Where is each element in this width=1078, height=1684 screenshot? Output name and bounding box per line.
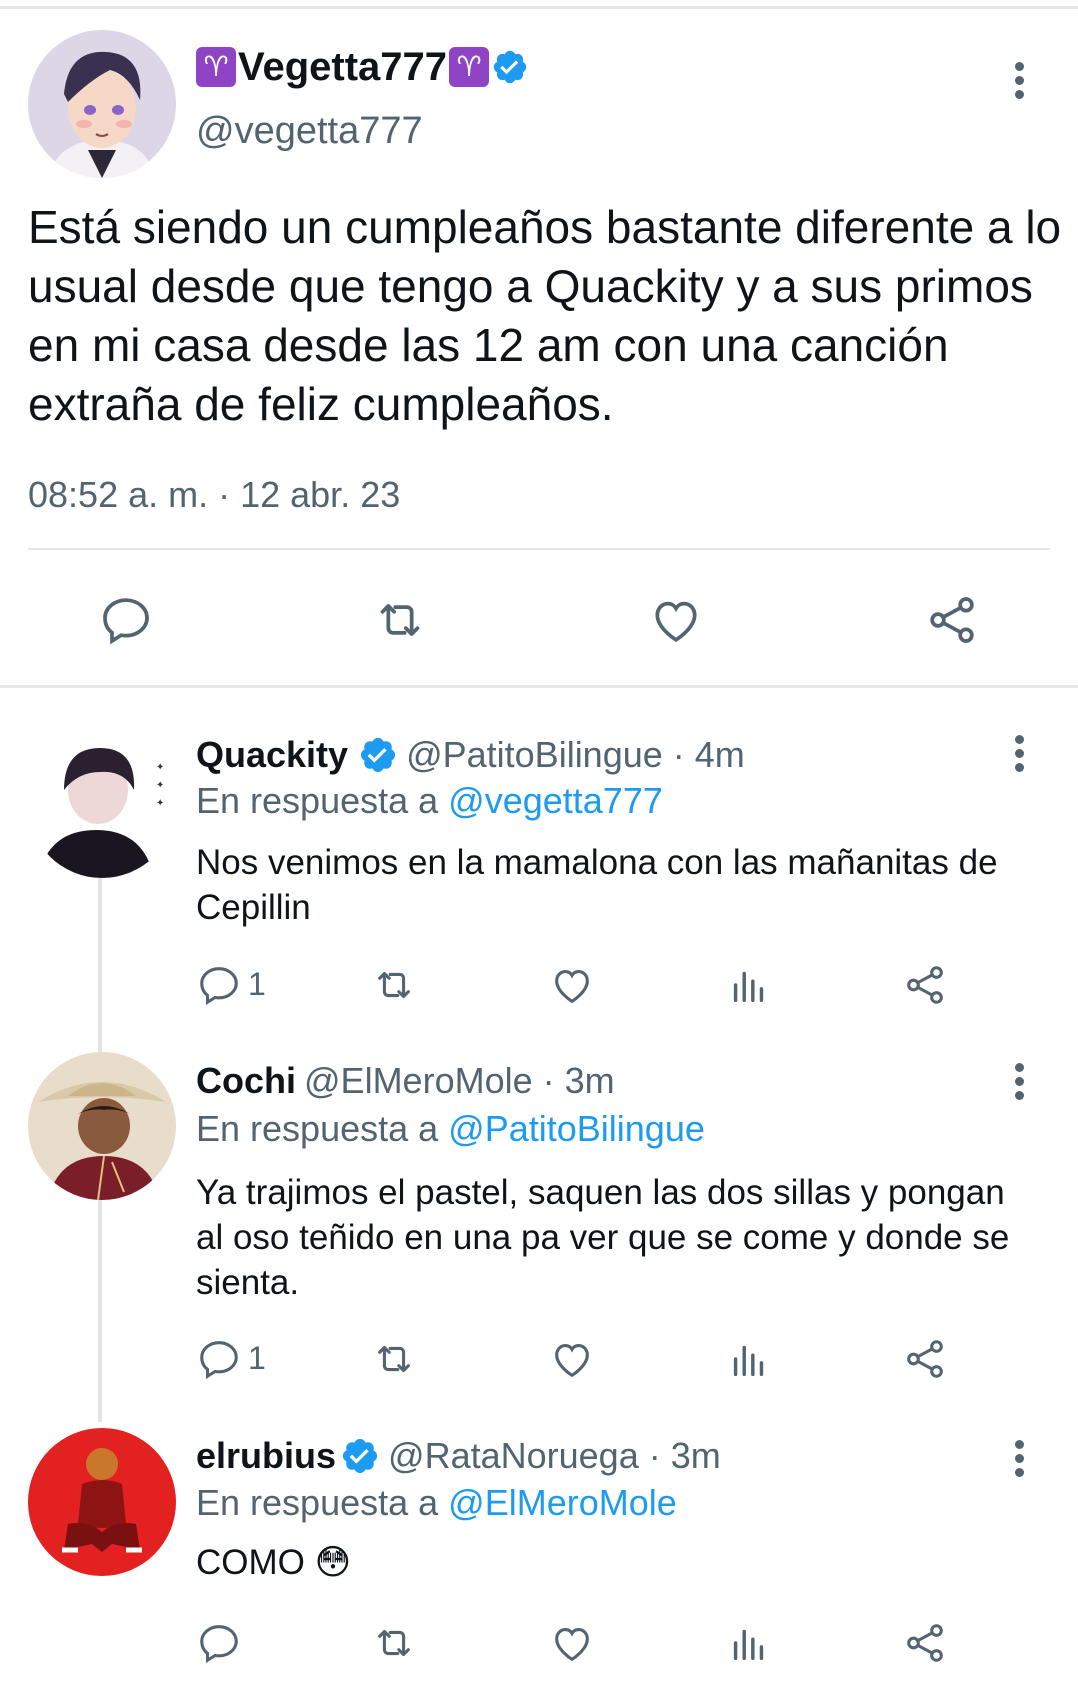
- author-name-text: Vegetta777: [238, 45, 448, 89]
- reply-to-link[interactable]: @PatitoBilingue: [448, 1108, 705, 1149]
- reply-to-prefix: En respuesta a: [196, 1482, 449, 1523]
- reply-text: Nos venimos en la mamalona con las mañan…: [196, 843, 998, 927]
- avatar-quackity[interactable]: ✦ ✦ ✦: [28, 730, 176, 878]
- reply-handle-time[interactable]: @RataNoruega · 3m: [388, 1435, 721, 1477]
- section-divider: [0, 685, 1078, 688]
- verified-badge-icon: [342, 1438, 378, 1474]
- thread-line: [98, 1200, 102, 1422]
- views-icon[interactable]: [726, 1336, 772, 1382]
- views-icon[interactable]: [726, 962, 772, 1008]
- reply-to-line: En respuesta a @PatitoBilingue: [196, 1108, 705, 1150]
- reply-icon[interactable]: [98, 592, 154, 648]
- reply-text: Ya trajimos el pastel, saquen las dos si…: [196, 1173, 1010, 1302]
- retweet-icon[interactable]: [370, 962, 418, 1008]
- share-icon[interactable]: [902, 962, 948, 1008]
- reply-icon[interactable]: [196, 962, 242, 1008]
- author-handle[interactable]: @vegetta777: [196, 110, 423, 153]
- reply-handle-time[interactable]: @ElMeroMole · 3m: [304, 1060, 615, 1102]
- reply-icon[interactable]: [196, 1336, 242, 1382]
- reply-header: Quackity @PatitoBilingue · 4m: [196, 734, 745, 776]
- reply-to-link[interactable]: @vegetta777: [448, 780, 663, 821]
- svg-text:✦: ✦: [156, 780, 164, 791]
- reply-to-line: En respuesta a @ElMeroMole: [196, 1482, 677, 1524]
- divider: [28, 548, 1050, 550]
- share-icon[interactable]: [902, 1336, 948, 1382]
- reply-icon[interactable]: [196, 1620, 242, 1666]
- avatar-elrubius[interactable]: [28, 1428, 176, 1576]
- reply-to-line: En respuesta a @vegetta777: [196, 780, 663, 822]
- more-options-icon[interactable]: [1015, 1063, 1027, 1105]
- reply-to-link[interactable]: @ElMeroMole: [448, 1482, 677, 1523]
- more-options-icon[interactable]: [1015, 1440, 1027, 1482]
- avatar-cochi[interactable]: [28, 1052, 176, 1200]
- views-icon[interactable]: [726, 1620, 772, 1666]
- reply-author-name[interactable]: elrubius: [196, 1435, 336, 1477]
- more-options-icon[interactable]: [1015, 62, 1027, 104]
- like-icon[interactable]: [549, 1336, 595, 1382]
- reply-header: elrubius @RataNoruega · 3m: [196, 1435, 721, 1477]
- reply-count: 1: [248, 1340, 266, 1376]
- verified-badge-icon: [493, 50, 527, 84]
- reply-to-prefix: En respuesta a: [196, 1108, 449, 1149]
- reply-author-name[interactable]: Quackity: [196, 734, 348, 776]
- reply-count: 1: [248, 966, 266, 1002]
- more-options-icon[interactable]: [1015, 735, 1027, 777]
- retweet-icon[interactable]: [370, 1336, 418, 1382]
- like-icon[interactable]: [648, 592, 704, 648]
- reply-handle-time[interactable]: @PatitoBilingue · 4m: [406, 734, 745, 776]
- retweet-icon[interactable]: [370, 1620, 418, 1666]
- like-icon[interactable]: [549, 1620, 595, 1666]
- author-display-name[interactable]: ♈ Vegetta777 ♈: [196, 44, 529, 90]
- svg-text:✦: ✦: [156, 798, 164, 809]
- tweet-text: Está siendo un cumpleaños bastante difer…: [28, 201, 1062, 430]
- tweet-timestamp[interactable]: 08:52 a. m. · 12 abr. 23: [28, 474, 400, 516]
- avatar-vegetta777[interactable]: [28, 30, 176, 178]
- share-icon[interactable]: [924, 592, 980, 648]
- top-divider: [0, 6, 1078, 9]
- svg-text:✦: ✦: [156, 762, 164, 773]
- aries-emoji-right: ♈: [449, 47, 490, 87]
- reply-header: Cochi @ElMeroMole · 3m: [196, 1060, 615, 1102]
- retweet-icon[interactable]: [370, 592, 430, 648]
- thread-line: [98, 872, 102, 1052]
- verified-badge-icon: [360, 737, 396, 773]
- reply-text: COMO 😳: [196, 1543, 352, 1582]
- aries-emoji-left: ♈: [196, 47, 236, 87]
- reply-author-name[interactable]: Cochi: [196, 1060, 296, 1102]
- share-icon[interactable]: [902, 1620, 948, 1666]
- like-icon[interactable]: [549, 962, 595, 1008]
- reply-to-prefix: En respuesta a: [196, 780, 449, 821]
